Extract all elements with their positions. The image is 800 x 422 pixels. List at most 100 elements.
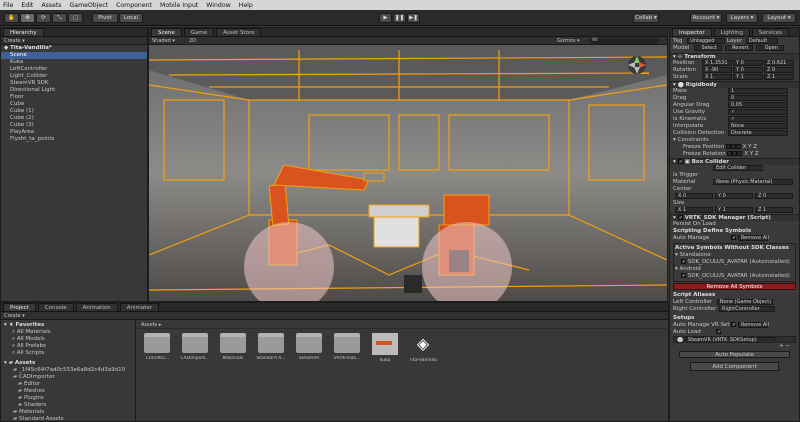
layers-dropdown[interactable]: Layers ▾ <box>726 13 758 23</box>
standalone-symbol-checkbox[interactable] <box>681 259 686 264</box>
edit-collider-button[interactable]: Edit Collider <box>713 165 763 171</box>
cube-object[interactable] <box>404 275 422 293</box>
hierarchy-item[interactable]: Cube (1) <box>1 108 147 115</box>
pivot-toggle[interactable]: Pivot <box>92 13 118 23</box>
asset-tile[interactable]: CADImport... <box>179 333 211 393</box>
hierarchy-item[interactable]: Floor <box>1 94 147 101</box>
project-tree-item[interactable]: ▰ _1f45c64f7ad0c553e6a8d2c4d3a9d10 <box>4 367 132 374</box>
layer-dropdown[interactable]: Default <box>745 38 778 44</box>
physic-material-field[interactable]: None (Physic Material) <box>713 179 794 185</box>
tab-project-console[interactable]: Console <box>37 303 74 311</box>
transform-y-field[interactable]: Y 1 <box>733 74 763 80</box>
asset-tile[interactable]: ◈ Tita-Vandilla <box>407 333 439 393</box>
hierarchy-item[interactable]: LeftController <box>1 66 147 73</box>
rigidbody-row-value[interactable]: 1 <box>728 88 788 94</box>
project-tree-item[interactable]: ▰ CADImporter <box>4 374 132 381</box>
tab-inspector-inspector[interactable]: Inspector <box>672 28 712 36</box>
tab-project-project[interactable]: Project <box>3 303 36 311</box>
transform-x-field[interactable]: X 1 <box>702 74 732 80</box>
tab-scene-game[interactable]: Game <box>183 28 215 36</box>
remove-all-symbols-button[interactable]: Remove All Symbols <box>673 283 796 290</box>
project-create-button[interactable]: Create ▾ <box>1 312 668 320</box>
move-tool-icon[interactable]: ✥ <box>20 13 35 23</box>
rigidbody-row-value[interactable]: ✓ <box>728 116 788 122</box>
scene-root[interactable]: ◆ Tita-Vandilla* <box>1 45 147 52</box>
standalone-foldout[interactable]: ▾ Standalone <box>675 252 794 259</box>
tab-inspector-lighting[interactable]: Lighting <box>713 28 750 36</box>
android-foldout[interactable]: ▾ Android <box>675 266 794 273</box>
scene-viewport[interactable] <box>149 45 667 301</box>
android-symbol-checkbox[interactable] <box>681 273 686 278</box>
menu-item-gameobject[interactable]: GameObject <box>69 2 108 9</box>
tab-inspector-services[interactable]: Services <box>751 28 790 36</box>
size-x-field[interactable]: X 1 <box>675 207 713 213</box>
model-revert-button[interactable]: Revert <box>725 45 754 51</box>
menu-item-help[interactable]: Help <box>239 2 253 9</box>
left-controller-field[interactable]: None (Game Object) <box>716 299 773 305</box>
transform-y-field[interactable]: Y 0 <box>733 60 763 66</box>
hierarchy-item[interactable]: Light_Collider <box>1 73 147 80</box>
model-select-button[interactable]: Select <box>694 45 723 51</box>
asset-tile[interactable]: VRTK-mas... <box>331 333 363 393</box>
freeze-rotation-z-checkbox[interactable] <box>737 151 743 156</box>
transform-z-field[interactable]: Z 1 <box>764 74 794 80</box>
vrtk-enabled-checkbox[interactable] <box>677 215 683 220</box>
gizmos-dropdown[interactable]: Gizmos ▾ <box>557 38 580 44</box>
remove-all-button[interactable]: Remove All <box>737 235 769 241</box>
add-setup-button[interactable]: + <box>779 343 784 349</box>
hierarchy-item[interactable]: Kuka <box>1 59 147 66</box>
favorite-item[interactable]: ⌕ All Materials <box>4 329 132 336</box>
assets-foldout[interactable]: ▾ ▰ Assets <box>4 360 132 367</box>
tab-hierarchy[interactable]: Hierarchy <box>3 28 44 36</box>
scale-tool-icon[interactable]: ⤡ <box>52 13 67 23</box>
auto-manage-vr-checkbox[interactable] <box>731 322 737 327</box>
hierarchy-item[interactable]: Flysht_ta_points <box>1 136 147 143</box>
rect-tool-icon[interactable]: ▢ <box>68 13 83 23</box>
hierarchy-item[interactable]: Cube (2) <box>1 115 147 122</box>
transform-y-field[interactable]: Y 0 <box>733 67 763 73</box>
scene-orientation-gizmo[interactable] <box>628 56 646 74</box>
transform-x-field[interactable]: X 1.3531 <box>702 60 732 66</box>
auto-load-checkbox[interactable] <box>716 329 722 334</box>
scene-search-input[interactable]: All <box>589 38 659 44</box>
hand-tool-icon[interactable]: ✋ <box>4 13 19 23</box>
vrtk-sdk-manager-header[interactable]: ▾ VRTK_SDK Manager (Script) <box>670 214 799 221</box>
model-open-button[interactable]: Open <box>756 45 785 51</box>
favorite-item[interactable]: ⌕ All Scripts <box>4 350 132 357</box>
collab-dropdown[interactable]: Collab ▾ <box>633 13 659 23</box>
auto-manage-checkbox[interactable] <box>731 235 737 240</box>
project-tree-item[interactable]: ▰ Materials <box>4 409 132 416</box>
center-z-field[interactable]: Z 0 <box>755 193 793 199</box>
shading-mode-dropdown[interactable]: Shaded ▾ <box>152 38 175 44</box>
hierarchy-item[interactable]: Cube <box>1 101 147 108</box>
tab-scene-scene[interactable]: Scene <box>151 28 182 36</box>
rigidbody-header[interactable]: ▾ ⬤ Rigidbody <box>670 81 799 88</box>
size-y-field[interactable]: Y 1 <box>715 207 753 213</box>
sdk-setup-list-item[interactable]: ⬤ SteamVR (VRTK_SDKSetup) <box>673 336 796 343</box>
rigidbody-row-value[interactable]: ✓ <box>728 109 788 115</box>
remove-all-setups-button[interactable]: Remove All <box>737 322 769 328</box>
asset-tile[interactable]: Standard A... <box>255 333 287 393</box>
asset-tile[interactable]: SteamVR <box>293 333 325 393</box>
project-tree-item[interactable]: ▰ Standard Assets <box>4 416 132 422</box>
project-tree-item[interactable]: ▰ Meshes <box>4 388 132 395</box>
menu-item-edit[interactable]: Edit <box>21 2 33 9</box>
account-dropdown[interactable]: Account ▾ <box>690 13 722 23</box>
transform-z-field[interactable]: Z 0.621 <box>764 60 794 66</box>
hierarchy-item[interactable]: SteamVR SDK <box>1 80 147 87</box>
hierarchy-create-button[interactable]: Create ▾ <box>1 37 147 45</box>
2d-toggle[interactable]: 2D <box>189 38 196 44</box>
favorite-item[interactable]: ⌕ All Models <box>4 336 132 343</box>
constraints-foldout[interactable]: ▾ Constraints <box>673 137 796 144</box>
menu-item-component[interactable]: Component <box>116 2 152 9</box>
tag-dropdown[interactable]: Untagged <box>687 38 726 44</box>
center-x-field[interactable]: X 0 <box>675 193 713 199</box>
center-y-field[interactable]: Y 0 <box>715 193 753 199</box>
hierarchy-item[interactable]: PlayArea <box>1 129 147 136</box>
hierarchy-item[interactable]: Scene <box>1 52 147 59</box>
rigidbody-row-value[interactable]: None <box>728 123 788 129</box>
play-button[interactable]: ▶ <box>379 13 392 23</box>
transform-header[interactable]: ▾ ⊹ Transform <box>670 53 799 60</box>
auto-populate-button[interactable]: Auto Populate <box>679 351 790 358</box>
add-component-button[interactable]: Add Component <box>690 362 779 371</box>
